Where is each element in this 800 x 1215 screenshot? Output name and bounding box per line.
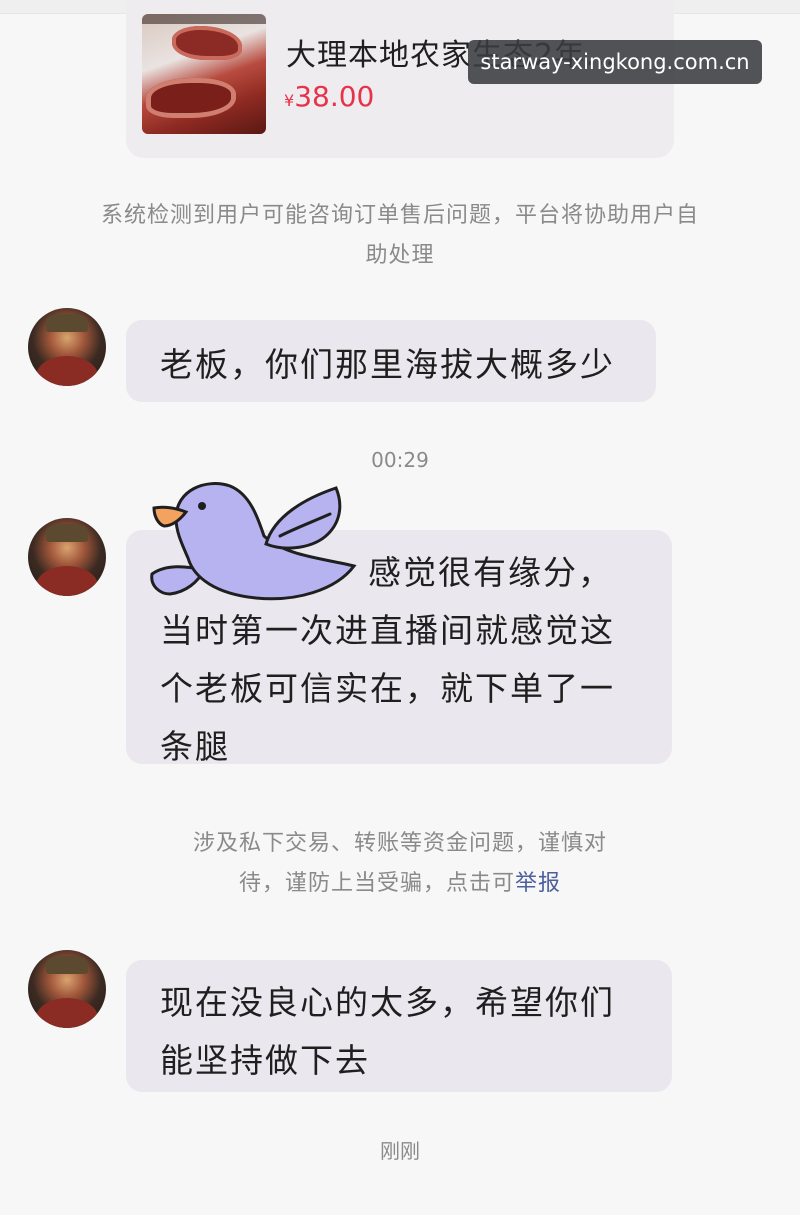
report-link[interactable]: 举报: [515, 871, 561, 896]
avatar-hat: [46, 956, 88, 974]
message-bubble[interactable]: 现在没良心的太多，希望你们 能坚持做下去: [126, 960, 672, 1092]
message-line: 能坚持做下去: [160, 1041, 370, 1080]
avatar-body: [36, 356, 98, 386]
product-price: ¥38.00: [284, 80, 374, 113]
system-notice-fraud-warning: 涉及私下交易、转账等资金问题，谨慎对 待，谨防上当受骗，点击可举报: [100, 824, 700, 904]
message-bubble[interactable]: 老板，你们那里海拔大概多少: [126, 320, 656, 402]
user-avatar[interactable]: [28, 308, 106, 386]
cut-off-system-notice: [100, 1198, 700, 1215]
ham-slice: [172, 26, 242, 60]
message-line: 当时第一次进直播间就感觉这: [160, 611, 615, 650]
message-line: 现在没良心的太多，希望你们: [160, 983, 615, 1022]
price-currency: ¥: [284, 91, 295, 110]
message-line: 个老板可信实在，就下单了一: [160, 669, 615, 708]
avatar-body: [36, 566, 98, 596]
watermark: starway-xingkong.com.cn: [468, 40, 762, 84]
message-line: 条腿: [160, 727, 230, 766]
message-line: 老板，你们那里海拔大概多少: [160, 345, 615, 384]
user-avatar[interactable]: [28, 518, 106, 596]
purple-bird-sticker: [150, 482, 357, 601]
user-avatar[interactable]: [28, 950, 106, 1028]
image-shelf: [142, 14, 266, 24]
system-notice-after-sales: 系统检测到用户可能咨询订单售后问题，平台将协助用户自助处理: [100, 203, 699, 268]
time-label: 刚刚: [380, 1139, 420, 1163]
price-value: 38.00: [294, 80, 375, 113]
avatar-hat: [46, 524, 88, 542]
avatar-body: [36, 998, 98, 1028]
ham-slice: [146, 78, 236, 118]
cured-ham-image[interactable]: [142, 14, 266, 134]
avatar-hat: [46, 314, 88, 332]
notice-line: 待，谨防上当受骗，点击可: [238, 871, 515, 896]
time-label: 00:29: [371, 448, 429, 472]
notice-line: 涉及私下交易、转账等资金问题，谨慎对: [192, 831, 607, 856]
notice-line-with-link: 待，谨防上当受骗，点击可举报: [100, 864, 700, 904]
